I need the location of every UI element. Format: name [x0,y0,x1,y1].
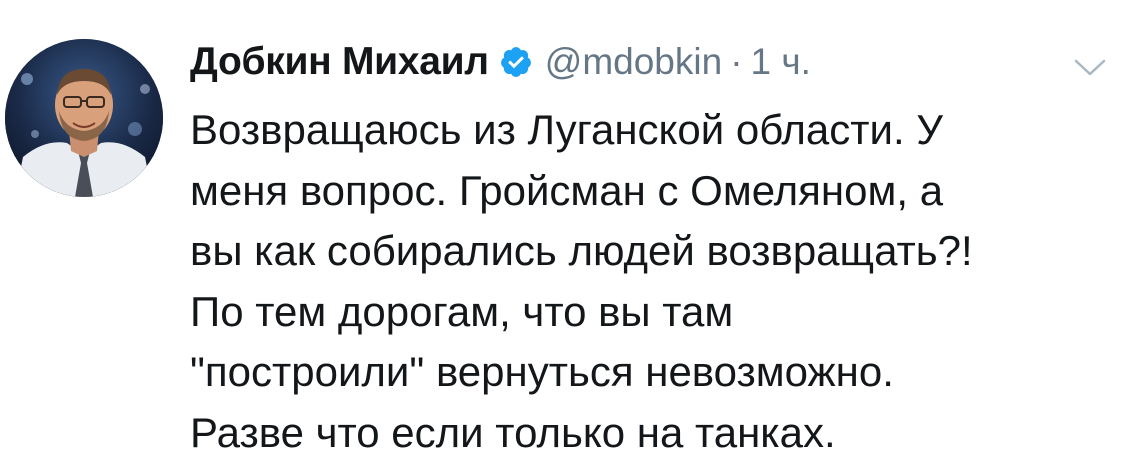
tweet: Добкин Михаил @mdobkin · 1 ч. Возвращаюс… [0,0,1122,463]
tweet-text: Возвращаюсь из Луганской области. У меня… [190,100,1110,463]
author-handle[interactable]: @mdobkin [545,41,722,83]
avatar[interactable] [5,39,163,197]
chevron-down-icon[interactable] [1070,54,1110,80]
tweet-text-line: вы как собирались людей возвращать?! [190,227,973,274]
tweet-text-line: "построили" вернуться невозможно. [190,348,894,395]
tweet-text-line: По тем дорогам, что вы там [190,287,734,335]
tweet-text-line: меня вопрос. Гройсман с Омеляном, а [190,166,944,214]
tweet-header: Добкин Михаил @mdobkin · 1 ч. [190,32,811,92]
tweet-timestamp[interactable]: 1 ч. [751,41,811,83]
tweet-text-line: Разве что если только на танках. [190,408,836,456]
verified-badge-icon [499,45,533,79]
separator-dot: · [730,41,743,82]
tweet-text-line: Возвращаюсь из Луганской области. У [190,106,943,153]
author-name[interactable]: Добкин Михаил [190,40,489,84]
avatar-photo [5,39,163,197]
